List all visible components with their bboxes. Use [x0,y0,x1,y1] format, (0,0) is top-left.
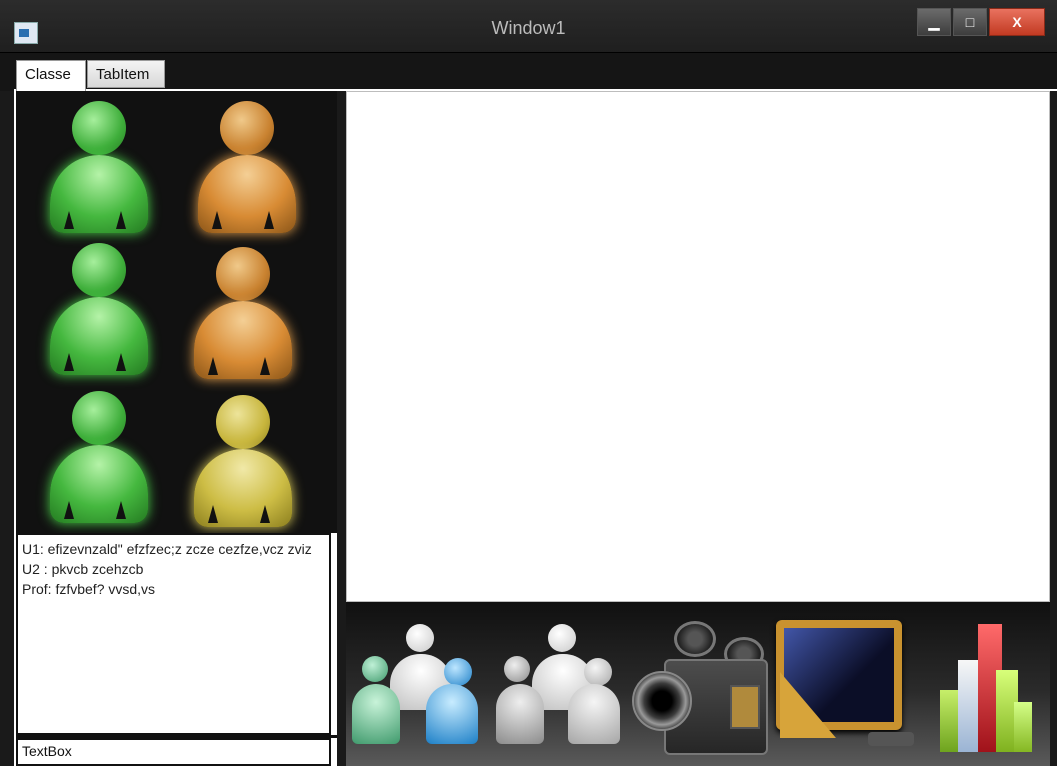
maximize-button[interactable]: □ [953,8,987,36]
user-avatar-green[interactable] [44,237,154,377]
chat-line: U2 : pkvcb zcehzcb [22,561,144,577]
title-bar[interactable]: Window1 ▁ □ X [0,0,1057,53]
user-avatar-green[interactable] [44,95,154,235]
blackboard-icon[interactable] [776,620,916,750]
user-avatar-yellow[interactable] [188,389,298,529]
user-avatar-green[interactable] [44,385,154,525]
right-border [1050,91,1057,766]
window-title: Window1 [491,18,566,38]
close-button[interactable]: X [989,8,1045,36]
chat-line: U1: efizevnzald" efzfzec;z zcze cezfze,v… [22,541,312,557]
message-input[interactable]: TextBox [16,738,331,766]
user-avatar-orange[interactable] [192,95,302,235]
tab-tabitem[interactable]: TabItem [87,60,165,88]
chat-line: Prof: fzfvbef? vvsd,vs [22,581,156,597]
main-canvas[interactable] [346,91,1050,602]
video-camera-icon[interactable] [630,615,772,755]
panel-separator [337,91,346,766]
bar-chart-icon[interactable] [936,620,1036,752]
user-avatar-orange[interactable] [188,241,298,381]
tab-classe[interactable]: Classe [16,60,86,92]
group-color-icon[interactable] [352,620,488,746]
chat-log[interactable]: U1: efizevnzald" efzfzec;z zcze cezfze,v… [16,533,331,735]
group-gray-icon[interactable] [496,620,626,746]
minimize-button[interactable]: ▁ [917,8,951,36]
users-panel [16,91,337,533]
